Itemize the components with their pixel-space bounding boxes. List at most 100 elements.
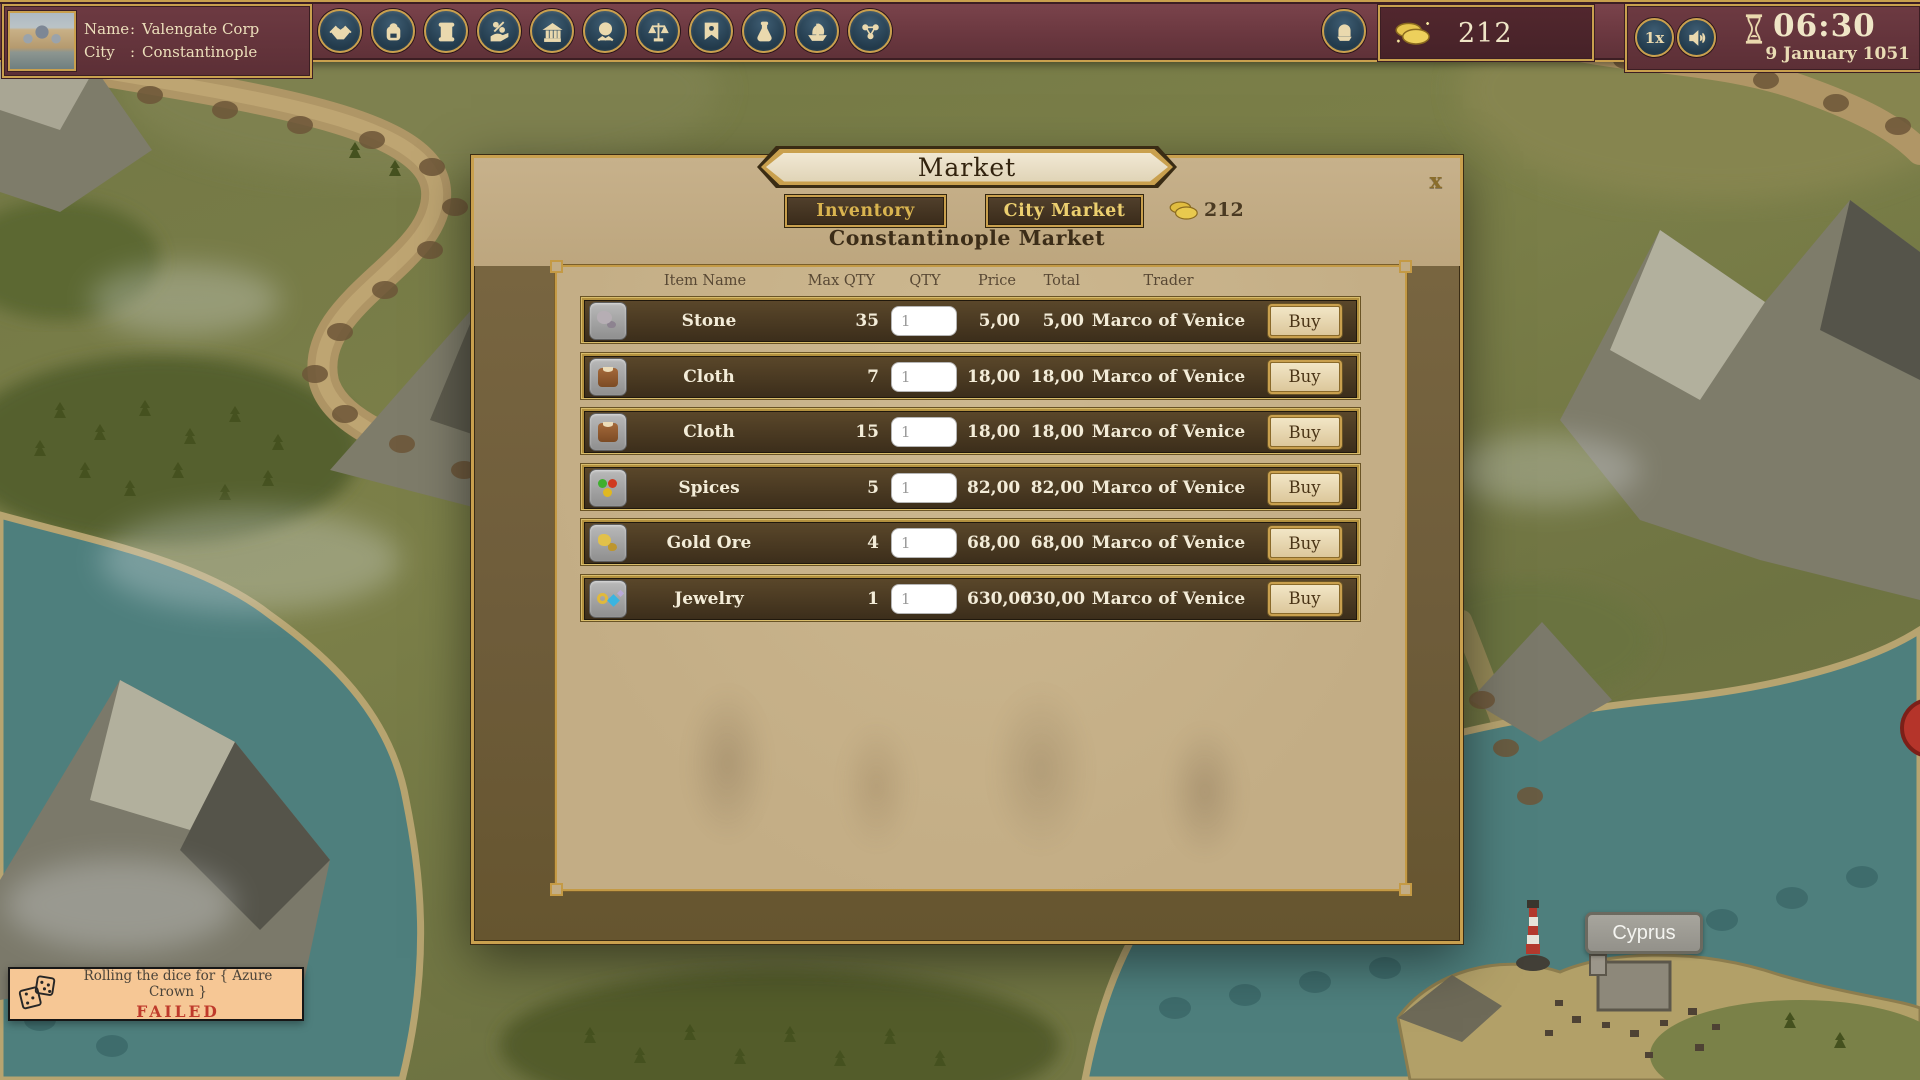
item-name: Jewelry <box>631 589 787 609</box>
scales-icon[interactable] <box>636 9 680 53</box>
hourglass-icon <box>1743 14 1765 44</box>
item-max-qty: 1 <box>787 589 879 609</box>
item-total: 82,00 <box>1020 478 1084 498</box>
qty-input[interactable] <box>891 417 957 447</box>
market-title-banner: Market <box>757 146 1177 188</box>
tab-inventory[interactable]: Inventory <box>785 195 946 227</box>
item-trader: Marco of Venice <box>1084 478 1253 498</box>
notification-message: Rolling the dice for { Azure Crown } <box>60 968 296 1000</box>
col-max-qty: Max QTY <box>783 273 875 289</box>
item-trader: Marco of Venice <box>1084 533 1253 553</box>
dice-icon <box>16 972 60 1016</box>
item-name: Gold Ore <box>631 533 787 553</box>
item-name: Cloth <box>631 422 787 442</box>
col-qty: QTY <box>875 273 963 289</box>
item-icon <box>589 524 627 562</box>
item-name: Spices <box>631 478 787 498</box>
notification-text: Rolling the dice for { Azure Crown } FAI… <box>60 968 302 1021</box>
item-max-qty: 35 <box>787 311 879 331</box>
qty-input[interactable] <box>891 584 957 614</box>
item-icon <box>589 413 627 451</box>
buy-button[interactable]: Buy <box>1270 362 1340 392</box>
market-subtitle: Constantinople Market <box>474 226 1460 250</box>
qty-input[interactable] <box>891 362 957 392</box>
item-icon <box>589 580 627 618</box>
tax-percent-icon[interactable] <box>477 9 521 53</box>
game-root: Cyprus Name:Valengate Corp City:Constant… <box>0 0 1920 1080</box>
item-max-qty: 7 <box>787 367 879 387</box>
ship-icon[interactable] <box>795 9 839 53</box>
community-icon[interactable] <box>848 9 892 53</box>
table-row: Jewelry 1 630,00 630,00 Marco of Venice … <box>581 575 1360 621</box>
player-name-line: Name:Valengate Corp <box>84 18 259 41</box>
buy-button[interactable]: Buy <box>1270 473 1340 503</box>
item-max-qty: 15 <box>787 422 879 442</box>
handshake-icon[interactable] <box>318 9 362 53</box>
character-medal-icon[interactable] <box>1322 9 1366 53</box>
buy-button[interactable]: Buy <box>1270 584 1340 614</box>
market-table-panel: Item Name Max QTY QTY Price Total Trader <box>555 265 1407 891</box>
market-title: Market <box>766 153 1168 182</box>
buy-button[interactable]: Buy <box>1270 528 1340 558</box>
close-button[interactable]: x <box>1429 170 1442 191</box>
clock-time: 06:30 <box>1773 8 1876 44</box>
diplomacy-globe-icon[interactable] <box>583 9 627 53</box>
notification-status: FAILED <box>60 1002 296 1021</box>
item-total: 5,00 <box>1020 311 1084 331</box>
item-trader: Marco of Venice <box>1084 367 1253 387</box>
col-price: Price <box>963 273 1016 289</box>
city-portrait[interactable] <box>8 11 76 71</box>
table-row: Cloth 15 18,00 18,00 Marco of Venice Buy <box>581 408 1360 454</box>
table-header: Item Name Max QTY QTY Price Total Trader <box>581 273 1360 289</box>
map-city-label-cyprus[interactable]: Cyprus <box>1585 912 1703 954</box>
time-panel: 1x 06:30 9 January 1051 <box>1625 4 1920 72</box>
dice-roll-notification: Rolling the dice for { Azure Crown } FAI… <box>8 967 304 1021</box>
item-total: 630,00 <box>1020 589 1084 609</box>
sound-icon[interactable] <box>1677 18 1716 57</box>
item-trader: Marco of Venice <box>1084 422 1253 442</box>
qty-input[interactable] <box>891 473 957 503</box>
player-city-line: City:Constantinople <box>84 41 259 64</box>
player-info-panel: Name:Valengate Corp City:Constantinople <box>2 4 312 78</box>
item-price: 18,00 <box>967 367 1020 387</box>
item-name: Cloth <box>631 367 787 387</box>
item-trader: Marco of Venice <box>1084 589 1253 609</box>
item-total: 68,00 <box>1020 533 1084 553</box>
research-flask-icon[interactable] <box>742 9 786 53</box>
coins-panel: 212 <box>1378 5 1594 61</box>
item-max-qty: 4 <box>787 533 879 553</box>
coin-balance: 212 <box>1458 18 1513 49</box>
market-dialog: Market x Inventory City Market 212 Const… <box>471 155 1463 944</box>
table-row: Stone 35 5,00 5,00 Marco of Venice Buy <box>581 297 1360 343</box>
guild-banner-icon[interactable] <box>689 9 733 53</box>
table-row: Spices 5 82,00 82,00 Marco of Venice Buy <box>581 464 1360 510</box>
scroll-icon[interactable] <box>424 9 468 53</box>
player-info-text: Name:Valengate Corp City:Constantinople <box>84 18 259 64</box>
buy-button[interactable]: Buy <box>1270 417 1340 447</box>
item-price: 82,00 <box>967 478 1020 498</box>
qty-input[interactable] <box>891 528 957 558</box>
item-icon <box>589 302 627 340</box>
game-speed-button[interactable]: 1x <box>1635 18 1674 57</box>
item-icon <box>589 358 627 396</box>
bank-icon[interactable] <box>530 9 574 53</box>
table-row: Cloth 7 18,00 18,00 Marco of Venice Buy <box>581 353 1360 399</box>
coins-icon <box>1394 18 1432 48</box>
item-name: Stone <box>631 311 787 331</box>
table-row: Gold Ore 4 68,00 68,00 Marco of Venice B… <box>581 519 1360 565</box>
hud-toolbar <box>318 9 892 53</box>
top-hud-bar: Name:Valengate Corp City:Constantinople <box>0 0 1920 62</box>
item-price: 5,00 <box>967 311 1020 331</box>
qty-input[interactable] <box>891 306 957 336</box>
coins-icon <box>1168 198 1200 222</box>
game-date: 9 January 1051 <box>1765 44 1910 64</box>
tab-city-market[interactable]: City Market <box>986 195 1143 227</box>
market-rows: Stone 35 5,00 5,00 Marco of Venice Buy <box>581 297 1360 630</box>
buy-button[interactable]: Buy <box>1270 306 1340 336</box>
item-price: 630,00 <box>967 589 1020 609</box>
col-trader: Trader <box>1080 273 1257 289</box>
item-total: 18,00 <box>1020 367 1084 387</box>
backpack-icon[interactable] <box>371 9 415 53</box>
item-trader: Marco of Venice <box>1084 311 1253 331</box>
item-price: 18,00 <box>967 422 1020 442</box>
